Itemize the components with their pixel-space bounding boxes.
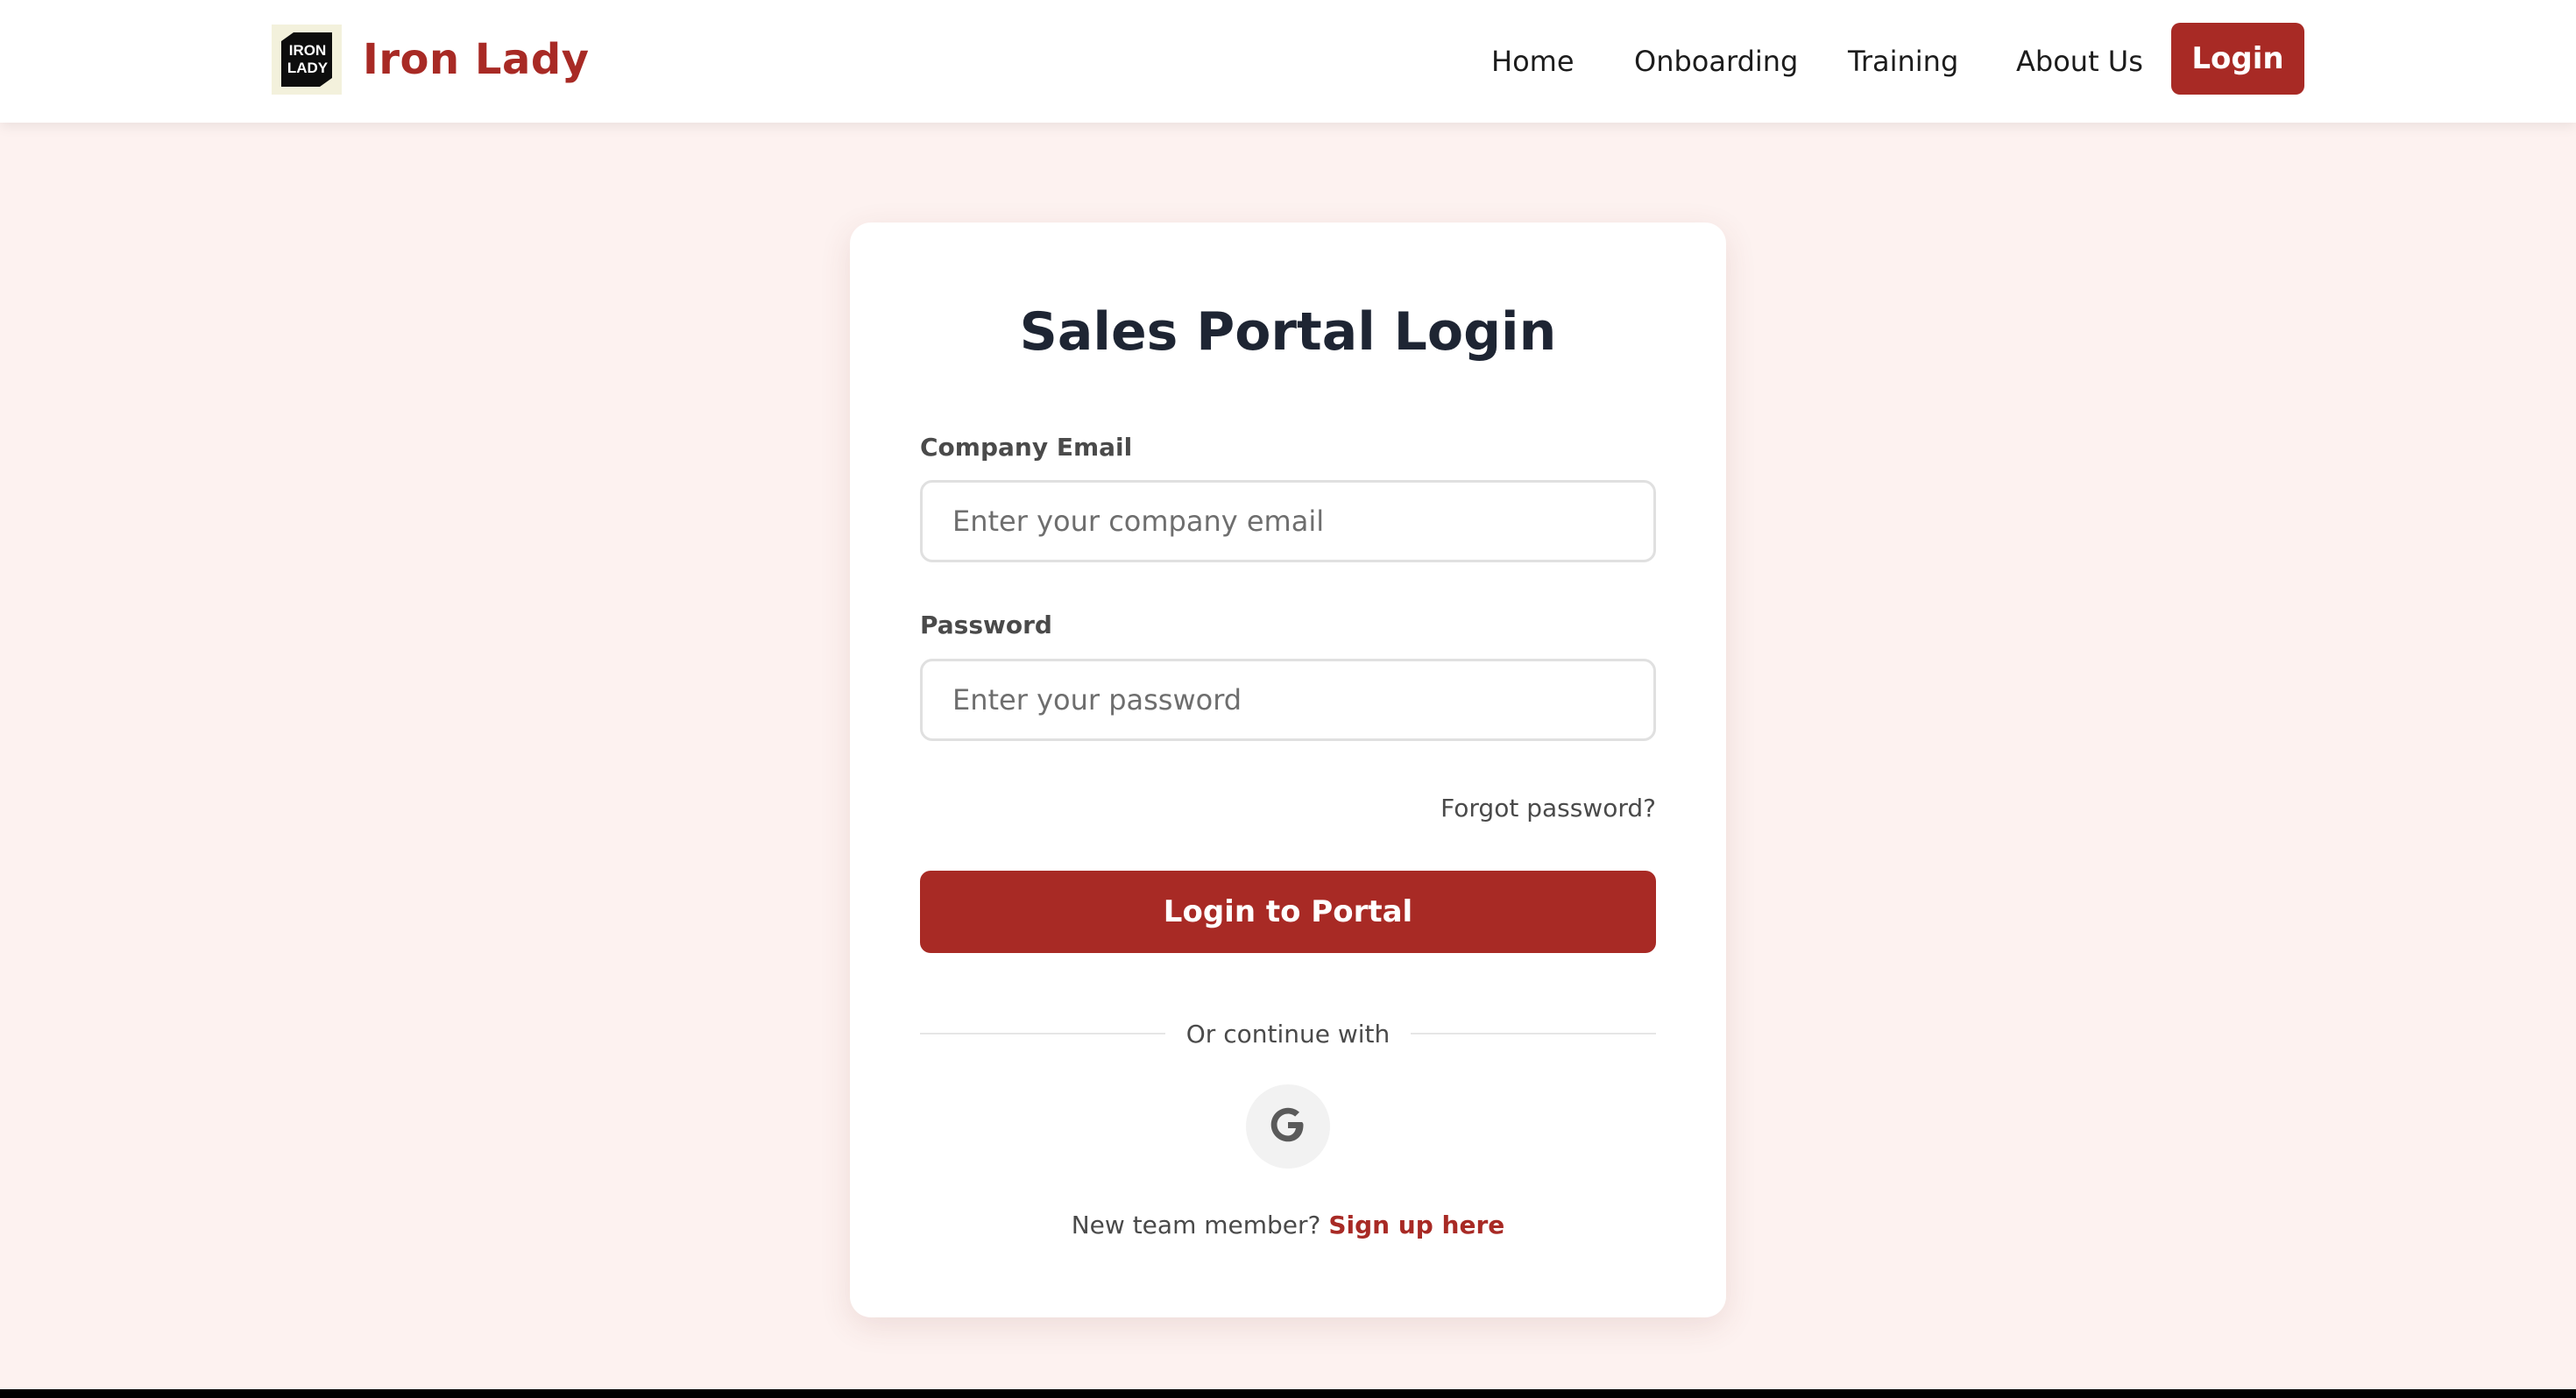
divider-line-right: [1411, 1033, 1657, 1034]
email-label: Company Email: [920, 433, 1133, 462]
google-login-button[interactable]: [1246, 1084, 1330, 1169]
nav-link-home[interactable]: Home: [1491, 0, 1575, 123]
brand[interactable]: IRON LADY Iron Lady: [272, 25, 590, 95]
email-field[interactable]: [920, 480, 1656, 562]
or-divider: Or continue with: [920, 1016, 1657, 1051]
password-field[interactable]: [920, 659, 1656, 741]
nav-link-onboarding[interactable]: Onboarding: [1634, 0, 1798, 123]
svg-text:IRON: IRON: [289, 42, 327, 59]
password-label: Password: [920, 611, 1052, 639]
brand-name: Iron Lady: [363, 35, 590, 84]
signup-link[interactable]: Sign up here: [1328, 1211, 1504, 1239]
nav-link-training[interactable]: Training: [1848, 0, 1958, 123]
signup-prompt: New team member? Sign up here: [850, 1211, 1726, 1239]
bottom-edge-bar: [0, 1389, 2576, 1398]
divider-line-left: [920, 1033, 1165, 1034]
svg-text:LADY: LADY: [287, 60, 329, 76]
nav-link-about-us[interactable]: About Us: [2016, 0, 2143, 123]
forgot-password-link[interactable]: Forgot password?: [1440, 794, 1656, 823]
page-title: Sales Portal Login: [1019, 301, 1557, 363]
divider-text: Or continue with: [1185, 1019, 1391, 1048]
iron-lady-logo-icon: IRON LADY: [272, 25, 342, 95]
signup-prompt-text: New team member?: [1071, 1211, 1321, 1239]
login-card: Sales Portal Login Company Email Passwor…: [850, 222, 1726, 1317]
login-to-portal-button[interactable]: Login to Portal: [920, 871, 1656, 953]
top-navbar: IRON LADY Iron Lady Home Onboarding Trai…: [0, 0, 2576, 123]
google-icon: [1269, 1105, 1307, 1147]
nav-login-button[interactable]: Login: [2171, 23, 2304, 95]
